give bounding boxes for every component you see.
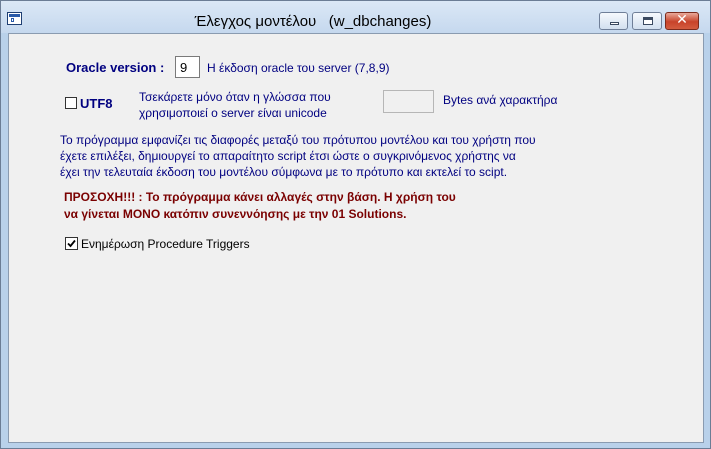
description-text: Το πρόγραμμα εμφανίζει τις διαφορές μετα… bbox=[60, 132, 536, 180]
title-bar[interactable]: Έλεγχος μοντέλου (w_dbchanges) ✕ bbox=[1, 1, 710, 33]
oracle-version-input[interactable] bbox=[175, 56, 200, 78]
bytes-per-char-input[interactable] bbox=[383, 90, 434, 113]
oracle-version-label: Oracle version : bbox=[66, 60, 165, 75]
utf8-hint-line: Τσεκάρετε μόνο όταν η γλώσσα που bbox=[139, 90, 331, 104]
maximize-button[interactable] bbox=[632, 12, 662, 30]
app-window: Έλεγχος μοντέλου (w_dbchanges) ✕ Oracle … bbox=[0, 0, 711, 449]
client-area: Oracle version : Η έκδοση oracle του ser… bbox=[8, 33, 704, 443]
close-button[interactable]: ✕ bbox=[665, 12, 699, 30]
description-line: Το πρόγραμμα εμφανίζει τις διαφορές μετα… bbox=[60, 133, 536, 147]
close-icon: ✕ bbox=[676, 12, 688, 28]
utf8-label[interactable]: UTF8 bbox=[80, 96, 113, 111]
minimize-button[interactable] bbox=[599, 12, 628, 30]
utf8-hint: Τσεκάρετε μόνο όταν η γλώσσα που χρησιμο… bbox=[139, 89, 331, 121]
warning-text: ΠΡΟΣΟΧΗ!!! : Το πρόγραμμα κάνει αλλαγές … bbox=[64, 189, 456, 223]
bytes-per-char-label: Bytes ανά χαρακτήρα bbox=[443, 93, 558, 107]
update-triggers-label[interactable]: Ενημέρωση Procedure Triggers bbox=[81, 237, 250, 251]
minimize-icon bbox=[610, 22, 619, 25]
description-line: έχετε επιλέξει, δημιουργεί το απαραίτητο… bbox=[60, 149, 516, 163]
description-line: έχει την τελευταία έκδοση του μοντέλου σ… bbox=[60, 165, 508, 179]
maximize-icon bbox=[643, 17, 653, 25]
update-triggers-checkbox[interactable] bbox=[65, 237, 78, 250]
warning-line: να γίνεται ΜΟΝΟ κατόπιν συνεννόησης με τ… bbox=[64, 207, 407, 221]
utf8-checkbox[interactable] bbox=[65, 97, 77, 109]
window-title: Έλεγχος μοντέλου (w_dbchanges) bbox=[194, 13, 432, 30]
warning-line: ΠΡΟΣΟΧΗ!!! : Το πρόγραμμα κάνει αλλαγές … bbox=[64, 190, 456, 204]
utf8-hint-line: χρησιμοποιεί ο server είναι unicode bbox=[139, 106, 327, 120]
checkmark-icon bbox=[67, 239, 76, 248]
oracle-version-hint: Η έκδοση oracle του server (7,8,9) bbox=[207, 61, 390, 75]
